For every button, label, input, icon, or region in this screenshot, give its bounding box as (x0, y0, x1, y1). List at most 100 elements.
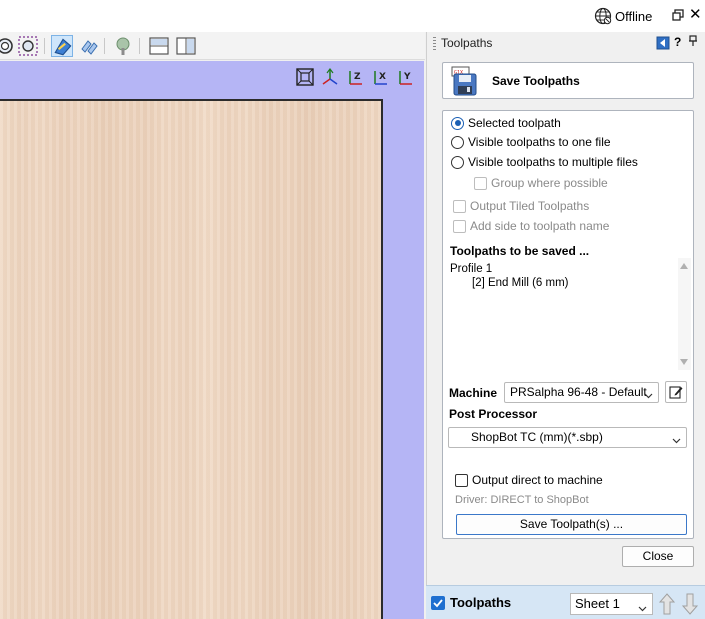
zoom-dotted-icon (17, 35, 39, 57)
output-direct-label: Output direct to machine (472, 473, 603, 487)
zoom-extents-button[interactable] (295, 67, 315, 87)
multiple-files-option[interactable]: Visible toolpaths to multiple files (451, 155, 638, 169)
tree-button[interactable] (112, 35, 134, 57)
axis-x-label: X (379, 72, 386, 82)
group-possible-label: Group where possible (491, 176, 608, 190)
restore-window-button[interactable] (672, 8, 684, 22)
toolpaths-list[interactable]: Profile 1 [2] End Mill (6 mm) (449, 258, 691, 370)
one-file-option[interactable]: Visible toolpaths to one file (451, 135, 611, 149)
help-button[interactable]: ? (674, 35, 681, 49)
selected-toolpath-label: Selected toolpath (468, 116, 561, 130)
pin-button[interactable] (688, 35, 698, 50)
view-z-button[interactable]: Z (345, 67, 365, 87)
edit-machine-button[interactable] (665, 381, 687, 403)
post-processor-label: Post Processor (449, 407, 538, 421)
toolpaths-tab-label[interactable]: Toolpaths (450, 595, 511, 610)
dock-arrow-icon (656, 36, 670, 53)
scroll-down-icon[interactable] (680, 359, 688, 365)
close-window-button[interactable]: ✕ (689, 6, 703, 24)
layout-horizontal-icon (148, 35, 170, 57)
add-side-option[interactable]: Add side to toolpath name (453, 219, 609, 233)
save-toolpaths-button[interactable]: Save Toolpath(s) ... (456, 514, 687, 535)
floppy-save-icon: G1X (451, 66, 479, 96)
layout-vertical-icon (175, 35, 197, 57)
add-side-checkbox[interactable] (453, 219, 466, 233)
sheet-down-button[interactable] (681, 592, 699, 616)
zoom-selection-button[interactable] (17, 35, 39, 57)
title-bar: Offline ✕ (0, 0, 705, 32)
output-direct-checkbox[interactable] (455, 473, 468, 487)
bottom-tab-bar: Toolpaths Sheet 1 (426, 585, 705, 619)
edit-toolpath-button[interactable] (51, 35, 73, 57)
design-viewport[interactable]: Z X Y (0, 61, 424, 619)
add-side-label: Add side to toolpath name (470, 219, 610, 233)
sheet-value: Sheet 1 (575, 596, 620, 611)
axis-y-icon: Y (395, 67, 415, 87)
material-board[interactable] (0, 99, 383, 619)
panel-title: Toolpaths (441, 36, 493, 50)
axis-x-icon: X (370, 67, 390, 87)
zoom-circle-icon (0, 35, 16, 57)
layout-horizontal-button[interactable] (148, 35, 170, 57)
link-toolpath-icon (78, 35, 100, 57)
view-x-button[interactable]: X (370, 67, 390, 87)
list-scrollbar[interactable] (678, 258, 691, 370)
group-possible-option[interactable]: Group where possible (474, 176, 608, 190)
machine-select[interactable]: PRSalpha 96-48 - Default (504, 382, 659, 403)
zoom-circle-button[interactable] (0, 35, 16, 57)
selected-toolpath-option[interactable]: Selected toolpath (451, 116, 561, 130)
sheet-select[interactable]: Sheet 1 (570, 593, 653, 615)
tiled-toolpaths-checkbox[interactable] (453, 199, 466, 213)
selected-toolpath-radio[interactable] (451, 116, 464, 130)
output-direct-option[interactable]: Output direct to machine (455, 473, 603, 487)
save-toolpaths-header: G1X Save Toolpaths (442, 62, 694, 99)
axis-y-label: Y (403, 72, 411, 82)
toolbar-separator (104, 38, 105, 54)
toolbar-separator (139, 38, 140, 54)
sheet-up-button[interactable] (658, 592, 676, 616)
axis-iso-icon (320, 67, 340, 87)
edit-toolpath-icon (52, 36, 72, 58)
toolpaths-list-heading: Toolpaths to be saved ... (450, 244, 590, 258)
zoom-extents-icon (295, 67, 315, 87)
layout-vertical-button[interactable] (175, 35, 197, 57)
axis-z-icon: Z (345, 67, 365, 87)
list-item[interactable]: Profile 1 (450, 263, 492, 275)
chevron-down-icon (644, 387, 653, 399)
multiple-files-label: Visible toolpaths to multiple files (468, 155, 638, 169)
link-toolpath-button[interactable] (78, 35, 100, 57)
tree-icon (112, 35, 134, 57)
group-possible-checkbox[interactable] (474, 176, 487, 190)
axis-z-label: Z (354, 72, 361, 82)
arrow-down-icon (681, 592, 699, 616)
offline-status[interactable]: Offline (594, 6, 652, 26)
panel-grip-handle[interactable] (433, 37, 436, 51)
list-item[interactable]: [2] End Mill (6 mm) (472, 277, 569, 289)
globe-icon (594, 7, 612, 25)
main-toolbar (0, 32, 425, 60)
edit-icon (666, 385, 686, 399)
driver-text: Driver: DIRECT to ShopBot (455, 494, 589, 506)
chevron-down-icon (672, 432, 681, 444)
view-y-button[interactable]: Y (395, 67, 415, 87)
offline-label: Offline (615, 8, 653, 24)
tiled-toolpaths-label: Output Tiled Toolpaths (470, 199, 590, 213)
one-file-radio[interactable] (451, 135, 464, 149)
panel-dock-button[interactable] (656, 36, 670, 50)
tiled-toolpaths-option[interactable]: Output Tiled Toolpaths (453, 199, 589, 213)
toolpaths-panel: Toolpaths ? G1X Save Toolpaths Selected … (426, 32, 705, 619)
save-options-box: Selected toolpath Visible toolpaths to o… (442, 110, 694, 539)
one-file-label: Visible toolpaths to one file (468, 135, 611, 149)
scroll-up-icon[interactable] (680, 263, 688, 269)
panel-header: Toolpaths ? (427, 32, 705, 56)
post-processor-select[interactable]: ShopBot TC (mm)(*.sbp) (448, 427, 687, 448)
post-processor-value: ShopBot TC (mm)(*.sbp) (471, 430, 603, 444)
save-toolpaths-title: Save Toolpaths (492, 74, 580, 88)
view-controls: Z X Y (295, 67, 415, 87)
pin-icon (688, 35, 698, 50)
toolpaths-tab-checkbox[interactable] (431, 596, 445, 610)
multiple-files-radio[interactable] (451, 155, 464, 169)
view-iso-button[interactable] (320, 67, 340, 87)
machine-value: PRSalpha 96-48 - Default (510, 385, 647, 399)
close-button[interactable]: Close (622, 546, 694, 567)
